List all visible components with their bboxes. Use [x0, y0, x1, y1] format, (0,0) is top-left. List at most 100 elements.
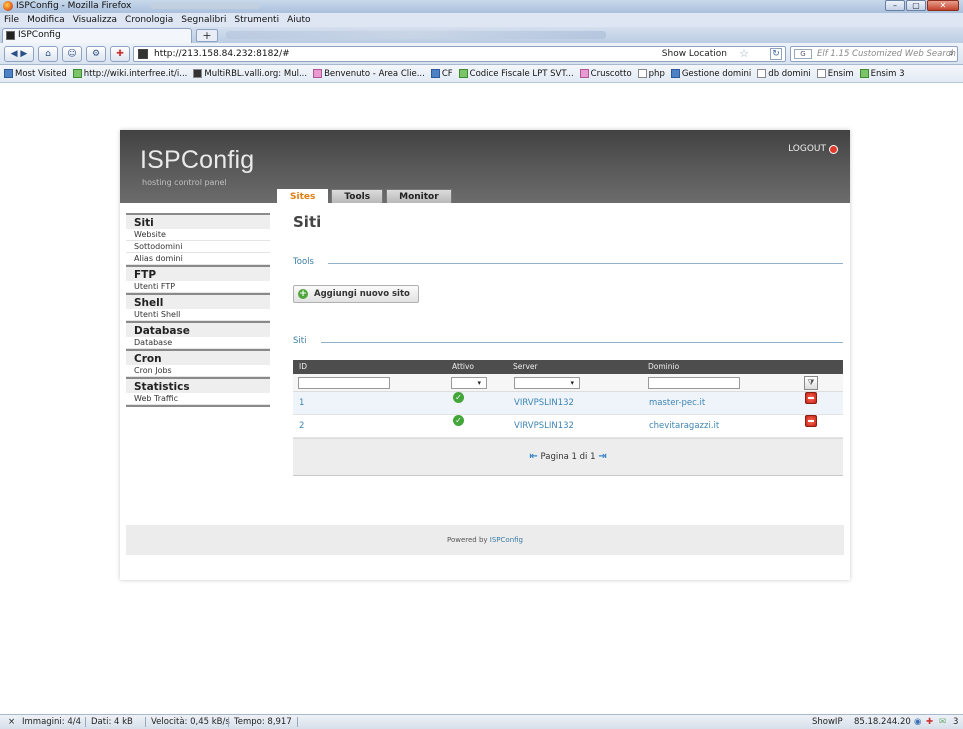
- close-window-button[interactable]: ✕: [927, 0, 959, 11]
- sidebar-heading-ftp: FTP: [126, 265, 270, 281]
- tools-fieldset: Tools: [293, 257, 843, 271]
- search-box[interactable]: G Elf 1.15 Customized Web Search ⌕: [790, 46, 958, 62]
- add-icon: +: [298, 289, 308, 299]
- footer: Powered by ISPConfig: [126, 525, 844, 555]
- new-tab-button[interactable]: +: [196, 29, 218, 42]
- address-bar[interactable]: http://213.158.84.232:8182/# Show Locati…: [133, 46, 786, 62]
- table-row[interactable]: 2 ✓ VIRVPSLIN132 chevitaragazzi.it: [293, 415, 843, 438]
- column-header-server[interactable]: Server: [513, 360, 538, 374]
- search-placeholder[interactable]: Elf 1.15 Customized Web Search: [817, 49, 956, 59]
- bookmark-item[interactable]: Gestione domini: [670, 69, 751, 79]
- tab-tools[interactable]: Tools: [331, 189, 384, 203]
- delete-icon[interactable]: [805, 392, 817, 404]
- column-header-id[interactable]: ID: [299, 360, 307, 374]
- table-row[interactable]: 1 ✓ VIRVPSLIN132 master-pec.it: [293, 392, 843, 415]
- sidebar-item-database[interactable]: Database: [126, 337, 270, 349]
- addon-red-status-icon[interactable]: ✚: [926, 715, 933, 729]
- showip-label[interactable]: ShowIP: [812, 715, 843, 729]
- sidebar-item-sottodomini[interactable]: Sottodomini: [126, 241, 270, 253]
- bookmark-icon: [579, 69, 589, 78]
- history-icon[interactable]: ⚙: [86, 46, 106, 62]
- url-text[interactable]: http://213.158.84.232:8182/#: [154, 49, 290, 59]
- column-header-dominio[interactable]: Dominio: [648, 360, 679, 374]
- last-page-icon[interactable]: ⇥: [598, 451, 606, 462]
- bookmark-item[interactable]: Most Visited: [4, 69, 67, 79]
- tab-monitor[interactable]: Monitor: [386, 189, 452, 203]
- sidebar-item-cron-jobs[interactable]: Cron Jobs: [126, 365, 270, 377]
- menu-strumenti[interactable]: Strumenti: [234, 13, 279, 27]
- firefox-icon: [3, 1, 13, 11]
- row-id[interactable]: 1: [299, 392, 304, 415]
- search-engine-icon[interactable]: G: [794, 49, 812, 59]
- status-images: Immagini: 4/4: [22, 717, 82, 727]
- mail-icon[interactable]: ✉: [939, 715, 946, 729]
- bookmark-item[interactable]: Codice Fiscale LPT SVT...: [458, 69, 574, 79]
- filter-server-select[interactable]: ▾: [514, 377, 580, 389]
- site-identity-icon[interactable]: [138, 49, 148, 59]
- ispconfig-logo: ISPConfig: [140, 146, 255, 174]
- addon-icon[interactable]: ☺: [62, 46, 82, 62]
- page-viewport: ISPConfig hosting control panel LOGOUT S…: [0, 84, 963, 714]
- footer-prefix: Powered by: [446, 536, 488, 544]
- sidebar-item-utenti-ftp[interactable]: Utenti FTP: [126, 281, 270, 293]
- bookmark-item[interactable]: Ensim: [816, 69, 854, 79]
- sidebar-item-alias-domini[interactable]: Alias domini: [126, 253, 270, 265]
- list-fieldset: Siti: [293, 336, 843, 350]
- status-bar: × Immagini: 4/4 Dati: 4 kB Velocità: 0,4…: [0, 714, 963, 729]
- row-domain[interactable]: master-pec.it: [649, 392, 705, 415]
- reload-icon[interactable]: ↻: [770, 48, 782, 60]
- bookmark-item[interactable]: Cruscotto: [579, 69, 632, 79]
- bookmark-item[interactable]: Ensim 3: [859, 69, 905, 79]
- column-header-attivo[interactable]: Attivo: [452, 360, 474, 374]
- module-tabs: Sites Tools Monitor: [277, 189, 452, 203]
- delete-icon[interactable]: [805, 415, 817, 427]
- bookmark-item[interactable]: CF: [430, 69, 453, 79]
- row-domain[interactable]: chevitaragazzi.it: [649, 415, 719, 438]
- row-server[interactable]: VIRVPSLIN132: [514, 415, 574, 438]
- search-icon[interactable]: ⌕: [948, 48, 954, 59]
- row-server[interactable]: VIRVPSLIN132: [514, 392, 574, 415]
- filter-icon[interactable]: ⧩: [804, 376, 818, 390]
- status-separator: [228, 717, 229, 727]
- tab-sites[interactable]: Sites: [277, 189, 329, 203]
- maximize-button[interactable]: ▢: [906, 0, 926, 11]
- menu-visualizza[interactable]: Visualizza: [73, 13, 117, 27]
- row-id[interactable]: 2: [299, 415, 304, 438]
- addon-status-icon[interactable]: ◉: [914, 715, 921, 729]
- status-separator: [297, 717, 298, 727]
- menu-segnalibri[interactable]: Segnalibri: [181, 13, 226, 27]
- addon-red-icon[interactable]: ✚: [110, 46, 130, 62]
- logout-label: LOGOUT: [788, 144, 826, 154]
- sidebar: Siti Website Sottodomini Alias domini FT…: [126, 213, 270, 407]
- sidebar-item-utenti-shell[interactable]: Utenti Shell: [126, 309, 270, 321]
- status-close-icon[interactable]: ×: [8, 715, 15, 729]
- sidebar-item-web-traffic[interactable]: Web Traffic: [126, 393, 270, 405]
- bookmark-star-icon[interactable]: ☆: [739, 47, 749, 60]
- divider: [328, 263, 843, 264]
- menu-cronologia[interactable]: Cronologia: [125, 13, 173, 27]
- footer-link[interactable]: ISPConfig: [490, 536, 523, 544]
- menu-modifica[interactable]: Modifica: [27, 13, 65, 27]
- browser-tab-ispconfig[interactable]: ISPConfig: [2, 28, 192, 43]
- show-location-label[interactable]: Show Location: [662, 49, 727, 59]
- logout-link[interactable]: LOGOUT: [788, 144, 838, 154]
- filter-attivo-select[interactable]: ▾: [451, 377, 487, 389]
- bookmark-icon: [816, 69, 826, 78]
- minimize-button[interactable]: –: [885, 0, 905, 11]
- sidebar-item-website[interactable]: Website: [126, 229, 270, 241]
- bookmark-icon: [313, 69, 323, 78]
- bookmark-item[interactable]: db domini: [757, 69, 811, 79]
- status-speed: Velocità: 0,45 kB/s: [151, 717, 230, 727]
- bookmark-item[interactable]: Benvenuto - Area Clie...: [313, 69, 425, 79]
- menu-file[interactable]: File: [4, 13, 19, 27]
- bookmark-item[interactable]: http://wiki.interfree.it/i...: [72, 69, 187, 79]
- first-page-icon[interactable]: ⇤: [529, 451, 537, 462]
- filter-dominio-input[interactable]: [648, 377, 740, 389]
- bookmark-item[interactable]: MultiRBL.valli.org: Mul...: [193, 69, 307, 79]
- home-icon[interactable]: ⌂: [38, 46, 58, 62]
- add-site-button[interactable]: + Aggiungi nuovo sito: [293, 285, 419, 303]
- back-forward-button[interactable]: ◀ ▶: [4, 46, 34, 62]
- bookmark-item[interactable]: php: [637, 69, 665, 79]
- filter-id-input[interactable]: [298, 377, 390, 389]
- menu-aiuto[interactable]: Aiuto: [287, 13, 310, 27]
